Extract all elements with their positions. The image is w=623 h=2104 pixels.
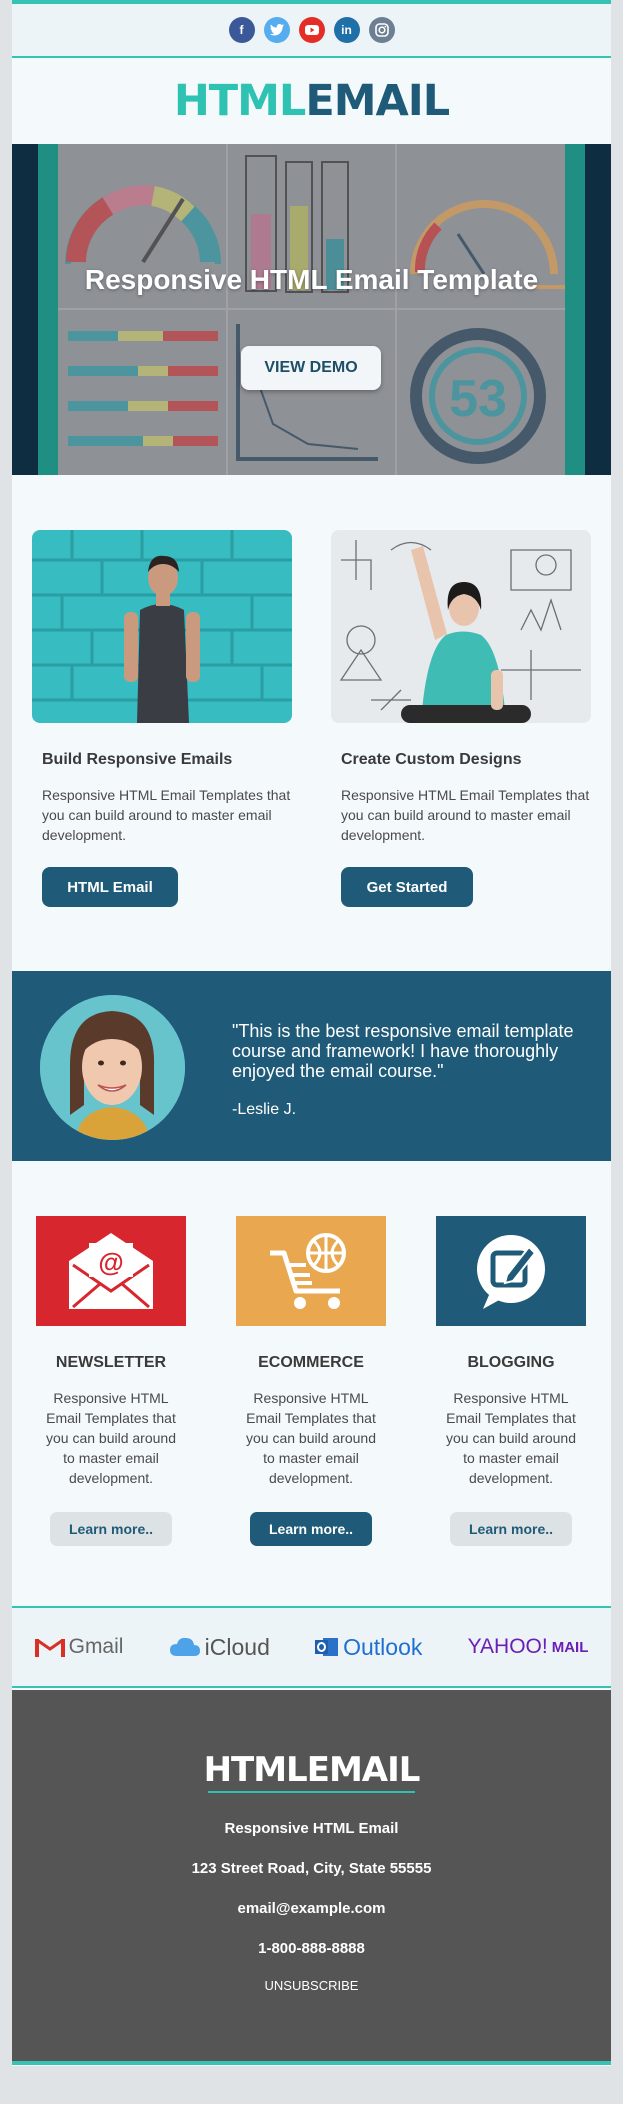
- two-column-section: Build Responsive Emails Responsive HTML …: [12, 475, 611, 971]
- testimonial-author: -Leslie J.: [232, 1101, 297, 1118]
- yahoo-label: YAHOO!: [467, 1635, 548, 1658]
- feature-text: Responsive HTML Email Templates that you…: [46, 1390, 176, 1486]
- icloud-icon: [169, 1637, 200, 1656]
- card-build-emails: Build Responsive Emails Responsive HTML …: [32, 530, 292, 907]
- hero-banner: 53 Responsive HTML Email Template VIEW D…: [12, 144, 611, 475]
- hero-title: Responsive HTML Email Template: [84, 264, 539, 295]
- gmail-label: Gmail: [68, 1635, 124, 1658]
- outlook-logo: Outlook: [315, 1634, 422, 1661]
- linkedin-glyph: in: [341, 23, 352, 37]
- email-container: f in HTMLEMAIL 53 Responsive HTML Email …: [12, 0, 611, 2066]
- learn-more-button[interactable]: Learn more..: [450, 1512, 572, 1546]
- footer-phone[interactable]: 1-800-888-8888: [12, 1940, 611, 1957]
- gmail-logo: Gmail: [34, 1635, 124, 1659]
- feature-title: BLOGGING: [467, 1354, 555, 1371]
- testimonial-avatar: [40, 995, 185, 1140]
- learn-more-button[interactable]: Learn more..: [50, 1512, 172, 1546]
- outlook-icon: [315, 1638, 339, 1656]
- unsubscribe-link[interactable]: UNSUBSCRIBE: [12, 1978, 611, 1993]
- facebook-icon[interactable]: f: [228, 17, 255, 43]
- linkedin-icon[interactable]: in: [333, 17, 360, 43]
- feature-newsletter: @ NEWSLETTER Responsive HTML Email Templ…: [36, 1216, 186, 1546]
- feature-title: ECOMMERCE: [258, 1354, 364, 1371]
- speech-pencil-icon: [436, 1216, 586, 1326]
- testimonial-quote: "This is the best responsive email templ…: [232, 1021, 574, 1081]
- icloud-logo: iCloud: [169, 1634, 270, 1661]
- bottom-accent-bar: [12, 2061, 611, 2065]
- header-logo-row: HTMLEMAIL: [12, 58, 611, 144]
- feature-title: NEWSLETTER: [55, 1354, 167, 1371]
- hero-overlay: [58, 144, 565, 475]
- yahoo-mail-logo: YAHOO! MAIL: [468, 1635, 589, 1659]
- instagram-icon[interactable]: [368, 17, 395, 43]
- learn-more-button[interactable]: Learn more..: [250, 1512, 372, 1546]
- footer-company: Responsive HTML Email: [224, 1820, 399, 1837]
- footer-logo-underline: [208, 1791, 415, 1793]
- youtube-play-glyph: [304, 25, 319, 35]
- card-text: Responsive HTML Email Templates that you…: [42, 787, 291, 843]
- card-title: Build Responsive Emails: [42, 751, 233, 768]
- hero-edge-right-inner: [565, 144, 585, 475]
- outlook-label: Outlook: [343, 1633, 423, 1660]
- logo-html-part: HTML: [173, 76, 307, 126]
- feature-text: Responsive HTML Email Templates that you…: [246, 1390, 376, 1486]
- hero-edge-left: [12, 144, 38, 475]
- social-icons-row: f in: [12, 4, 611, 58]
- facebook-glyph: f: [239, 23, 244, 37]
- twitter-bird-glyph: [269, 24, 284, 36]
- footer: HTMLEMAIL Responsive HTML Email 123 Stre…: [12, 1690, 611, 2061]
- icloud-label: iCloud: [204, 1633, 270, 1660]
- feature-ecommerce: ECOMMERCE Responsive HTML Email Template…: [236, 1216, 386, 1546]
- html-email-button[interactable]: HTML Email: [42, 867, 178, 907]
- three-column-section: @ NEWSLETTER Responsive HTML Email Templ…: [12, 1161, 611, 1606]
- feature-blogging: BLOGGING Responsive HTML Email Templates…: [436, 1216, 586, 1546]
- gmail-icon: [34, 1638, 65, 1657]
- man-brick-wall-photo: [32, 530, 292, 723]
- footer-logo[interactable]: HTMLEMAIL: [12, 1750, 611, 1790]
- logo-email-part: EMAIL: [305, 76, 450, 126]
- twitter-icon[interactable]: [263, 17, 290, 43]
- footer-email[interactable]: email@example.com: [12, 1900, 611, 1917]
- hero-edge-right: [585, 144, 611, 475]
- brand-logo[interactable]: HTMLEMAIL: [173, 76, 450, 126]
- footer-address: 123 Street Road, City, State 55555: [191, 1860, 432, 1877]
- cart-globe-icon: [236, 1216, 386, 1326]
- yahoo-mail-label: MAIL: [551, 1638, 589, 1656]
- card-text: Responsive HTML Email Templates that you…: [341, 787, 590, 843]
- envelope-at-icon: @: [36, 1216, 186, 1326]
- youtube-icon[interactable]: [298, 17, 325, 43]
- woman-whiteboard-photo: [331, 530, 591, 723]
- email-clients-row: Gmail iCloud Outlook YAHOO! MAIL: [12, 1606, 611, 1688]
- svg-text:@: @: [98, 1247, 123, 1277]
- hero-edge-left-inner: [38, 144, 58, 475]
- instagram-camera-glyph: [374, 23, 389, 37]
- feature-text: Responsive HTML Email Templates that you…: [446, 1390, 576, 1486]
- view-demo-button[interactable]: VIEW DEMO: [241, 346, 381, 390]
- card-custom-designs: Create Custom Designs Responsive HTML Em…: [331, 530, 591, 907]
- get-started-button[interactable]: Get Started: [341, 867, 473, 907]
- card-title: Create Custom Designs: [341, 751, 522, 768]
- testimonial-section: "This is the best responsive email templ…: [12, 971, 611, 1161]
